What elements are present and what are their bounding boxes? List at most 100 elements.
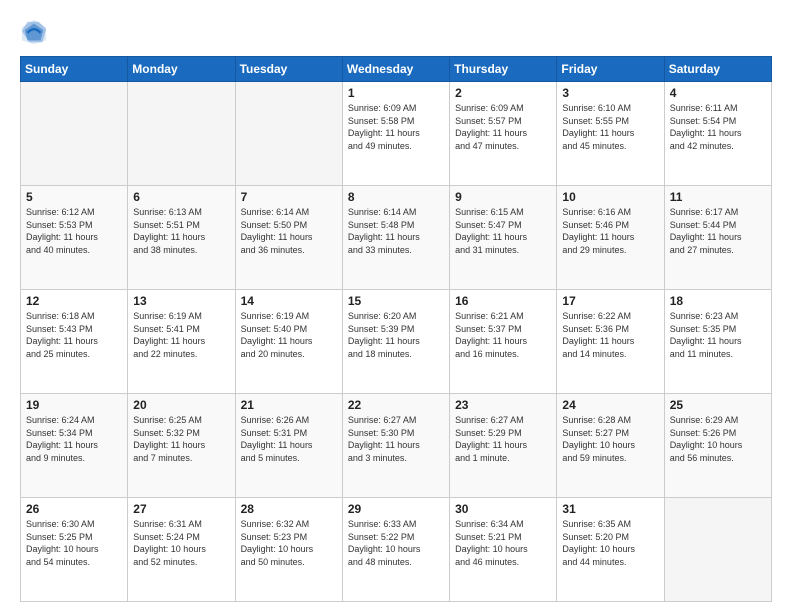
calendar-cell: 6Sunrise: 6:13 AM Sunset: 5:51 PM Daylig… [128,186,235,290]
day-info: Sunrise: 6:35 AM Sunset: 5:20 PM Dayligh… [562,518,658,568]
day-info: Sunrise: 6:09 AM Sunset: 5:57 PM Dayligh… [455,102,551,152]
calendar-cell: 8 Sunrise: 6:14 AM Sunset: 5:48 PM Daylig… [342,186,449,290]
day-number: 21 [241,398,337,412]
day-info: Sunrise: 6:14 AM Sunset: 5:50 PM Dayligh… [241,206,337,256]
day-info: Sunrise: 6:20 AM Sunset: 5:39 PM Dayligh… [348,310,444,360]
weekday-header-thursday: Thursday [450,57,557,82]
day-info: Sunrise: 6:17 AM Sunset: 5:44 PM Dayligh… [670,206,766,256]
weekday-header-tuesday: Tuesday [235,57,342,82]
calendar-cell: 19 Sunrise: 6:24 AM Sunset: 5:34 PM Dayli… [21,394,128,498]
calendar-cell: 28Sunrise: 6:32 AM Sunset: 5:23 PM Dayli… [235,498,342,602]
weekday-header-friday: Friday [557,57,664,82]
calendar-cell: 11 Sunrise: 6:17 AM Sunset: 5:44 PM Dayli… [664,186,771,290]
day-info: Sunrise: 6:16 AM Sunset: 5:46 PM Dayligh… [562,206,658,256]
calendar-cell: 16 Sunrise: 6:21 AM Sunset: 5:37 PM Dayli… [450,290,557,394]
day-info: Sunrise: 6:25 AM Sunset: 5:32 PM Dayligh… [133,414,229,464]
day-number: 27 [133,502,229,516]
calendar-cell: 22Sunrise: 6:27 AM Sunset: 5:30 PM Dayli… [342,394,449,498]
day-info: Sunrise: 6:21 AM Sunset: 5:37 PM Dayligh… [455,310,551,360]
calendar-cell: 26 Sunrise: 6:30 AM Sunset: 5:25 PM Dayli… [21,498,128,602]
day-info: Sunrise: 6:31 AM Sunset: 5:24 PM Dayligh… [133,518,229,568]
calendar-cell [128,82,235,186]
calendar-cell: 13Sunrise: 6:19 AM Sunset: 5:41 PM Dayli… [128,290,235,394]
day-number: 3 [562,86,658,100]
calendar-cell: 10 Sunrise: 6:16 AM Sunset: 5:46 PM Dayli… [557,186,664,290]
day-number: 17 [562,294,658,308]
week-row-2: 5 Sunrise: 6:12 AM Sunset: 5:53 PM Daylig… [21,186,772,290]
day-number: 26 [26,502,122,516]
week-row-1: 1 Sunrise: 6:09 AM Sunset: 5:58 PM Daylig… [21,82,772,186]
day-number: 9 [455,190,551,204]
day-info: Sunrise: 6:13 AM Sunset: 5:51 PM Dayligh… [133,206,229,256]
day-number: 24 [562,398,658,412]
calendar-cell: 20 Sunrise: 6:25 AM Sunset: 5:32 PM Dayli… [128,394,235,498]
day-number: 20 [133,398,229,412]
day-info: Sunrise: 6:24 AM Sunset: 5:34 PM Dayligh… [26,414,122,464]
day-info: Sunrise: 6:27 AM Sunset: 5:30 PM Dayligh… [348,414,444,464]
day-number: 2 [455,86,551,100]
calendar-cell: 29 Sunrise: 6:33 AM Sunset: 5:22 PM Dayli… [342,498,449,602]
day-info: Sunrise: 6:30 AM Sunset: 5:25 PM Dayligh… [26,518,122,568]
calendar-cell: 7 Sunrise: 6:14 AM Sunset: 5:50 PM Daylig… [235,186,342,290]
day-info: Sunrise: 6:11 AM Sunset: 5:54 PM Dayligh… [670,102,766,152]
day-number: 11 [670,190,766,204]
day-number: 7 [241,190,337,204]
calendar-cell: 4 Sunrise: 6:11 AM Sunset: 5:54 PM Daylig… [664,82,771,186]
day-info: Sunrise: 6:14 AM Sunset: 5:48 PM Dayligh… [348,206,444,256]
calendar-cell: 12 Sunrise: 6:18 AM Sunset: 5:43 PM Dayli… [21,290,128,394]
day-number: 12 [26,294,122,308]
weekday-header-row: SundayMondayTuesdayWednesdayThursdayFrid… [21,57,772,82]
day-info: Sunrise: 6:33 AM Sunset: 5:22 PM Dayligh… [348,518,444,568]
calendar-cell: 25 Sunrise: 6:29 AM Sunset: 5:26 PM Dayli… [664,394,771,498]
day-number: 10 [562,190,658,204]
day-number: 16 [455,294,551,308]
calendar-cell: 21 Sunrise: 6:26 AM Sunset: 5:31 PM Dayli… [235,394,342,498]
calendar-cell: 9 Sunrise: 6:15 AM Sunset: 5:47 PM Daylig… [450,186,557,290]
day-info: Sunrise: 6:12 AM Sunset: 5:53 PM Dayligh… [26,206,122,256]
calendar-cell [21,82,128,186]
day-info: Sunrise: 6:23 AM Sunset: 5:35 PM Dayligh… [670,310,766,360]
day-number: 23 [455,398,551,412]
day-number: 4 [670,86,766,100]
calendar-cell [664,498,771,602]
week-row-3: 12 Sunrise: 6:18 AM Sunset: 5:43 PM Dayli… [21,290,772,394]
week-row-5: 26 Sunrise: 6:30 AM Sunset: 5:25 PM Dayli… [21,498,772,602]
day-info: Sunrise: 6:18 AM Sunset: 5:43 PM Dayligh… [26,310,122,360]
day-info: Sunrise: 6:19 AM Sunset: 5:41 PM Dayligh… [133,310,229,360]
calendar-cell: 1 Sunrise: 6:09 AM Sunset: 5:58 PM Daylig… [342,82,449,186]
calendar-cell: 15Sunrise: 6:20 AM Sunset: 5:39 PM Dayli… [342,290,449,394]
day-info: Sunrise: 6:34 AM Sunset: 5:21 PM Dayligh… [455,518,551,568]
logo [20,18,52,46]
day-number: 1 [348,86,444,100]
day-number: 28 [241,502,337,516]
day-number: 8 [348,190,444,204]
weekday-header-sunday: Sunday [21,57,128,82]
day-info: Sunrise: 6:27 AM Sunset: 5:29 PM Dayligh… [455,414,551,464]
day-info: Sunrise: 6:28 AM Sunset: 5:27 PM Dayligh… [562,414,658,464]
weekday-header-monday: Monday [128,57,235,82]
day-number: 18 [670,294,766,308]
calendar-cell: 24 Sunrise: 6:28 AM Sunset: 5:27 PM Dayli… [557,394,664,498]
day-number: 5 [26,190,122,204]
calendar-cell: 17 Sunrise: 6:22 AM Sunset: 5:36 PM Dayli… [557,290,664,394]
day-info: Sunrise: 6:22 AM Sunset: 5:36 PM Dayligh… [562,310,658,360]
calendar-cell: 31Sunrise: 6:35 AM Sunset: 5:20 PM Dayli… [557,498,664,602]
day-info: Sunrise: 6:09 AM Sunset: 5:58 PM Dayligh… [348,102,444,152]
day-number: 30 [455,502,551,516]
calendar-cell: 14 Sunrise: 6:19 AM Sunset: 5:40 PM Dayli… [235,290,342,394]
day-number: 25 [670,398,766,412]
day-info: Sunrise: 6:19 AM Sunset: 5:40 PM Dayligh… [241,310,337,360]
weekday-header-wednesday: Wednesday [342,57,449,82]
day-info: Sunrise: 6:26 AM Sunset: 5:31 PM Dayligh… [241,414,337,464]
weekday-header-saturday: Saturday [664,57,771,82]
calendar-cell: 23 Sunrise: 6:27 AM Sunset: 5:29 PM Dayli… [450,394,557,498]
day-number: 14 [241,294,337,308]
day-number: 29 [348,502,444,516]
day-info: Sunrise: 6:29 AM Sunset: 5:26 PM Dayligh… [670,414,766,464]
day-number: 19 [26,398,122,412]
day-info: Sunrise: 6:15 AM Sunset: 5:47 PM Dayligh… [455,206,551,256]
calendar-table: SundayMondayTuesdayWednesdayThursdayFrid… [20,56,772,602]
calendar-cell: 27 Sunrise: 6:31 AM Sunset: 5:24 PM Dayli… [128,498,235,602]
calendar-cell: 18 Sunrise: 6:23 AM Sunset: 5:35 PM Dayli… [664,290,771,394]
logo-icon [20,18,48,46]
